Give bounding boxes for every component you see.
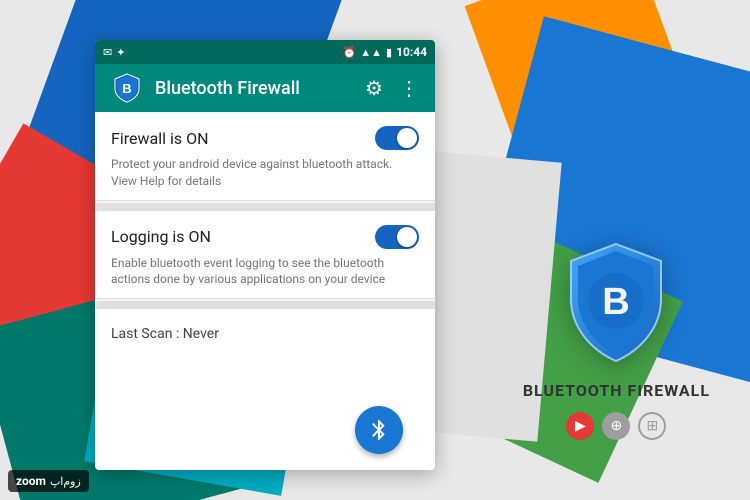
bluetooth-fab-icon xyxy=(367,418,391,442)
status-right-icons: ⏰ ▲▲ ▮ 10:44 xyxy=(343,45,427,59)
status-time: 10:44 xyxy=(396,45,427,59)
battery-icon: ▮ xyxy=(386,46,392,59)
firewall-toggle-knob xyxy=(397,128,417,148)
firewall-toggle[interactable] xyxy=(375,126,419,150)
svg-text:B: B xyxy=(603,281,630,323)
firewall-setting-row: Firewall is ON Protect your android devi… xyxy=(95,112,435,201)
divider-2 xyxy=(95,301,435,309)
big-shield-icon: B xyxy=(561,239,671,369)
right-panel: B BLUETOOTH FIREWALL ▶ ⊕ ⊞ xyxy=(523,239,710,440)
firewall-description: Protect your android device against blue… xyxy=(111,156,419,190)
logging-label: Logging is ON xyxy=(111,227,211,246)
app-logo-icon: B xyxy=(111,72,143,104)
signal-icon: ▲▲ xyxy=(360,46,382,59)
app-content: Firewall is ON Protect your android devi… xyxy=(95,112,435,356)
phone-mockup: ✉ ✦ ⏰ ▲▲ ▮ 10:44 B Bluetooth Firewall ⚙ … xyxy=(95,40,435,470)
email-icon: ✉ xyxy=(103,46,112,59)
windows-store-badge[interactable]: ⊞ xyxy=(638,412,666,440)
firewall-label: Firewall is ON xyxy=(111,129,209,148)
windows-icon: ⊞ xyxy=(647,418,659,434)
alarm-icon: ⏰ xyxy=(343,46,357,59)
zoom-brand: zoom xyxy=(16,474,46,488)
app-toolbar: B Bluetooth Firewall ⚙ ⋮ xyxy=(95,64,435,112)
status-bar: ✉ ✦ ⏰ ▲▲ ▮ 10:44 xyxy=(95,40,435,64)
settings-icon[interactable]: ⚙ xyxy=(365,76,383,100)
toolbar-icons: ⚙ ⋮ xyxy=(365,76,419,100)
app-store-badge[interactable]: ⊕ xyxy=(602,412,630,440)
last-scan-text: Last Scan : Never xyxy=(111,326,219,342)
store-badges: ▶ ⊕ ⊞ xyxy=(566,412,666,440)
more-icon[interactable]: ⋮ xyxy=(399,76,419,100)
logging-description: Enable bluetooth event logging to see th… xyxy=(111,255,419,289)
zoom-arabic: زوم‌اپ xyxy=(50,475,81,488)
app-store-icon: ⊕ xyxy=(611,418,623,434)
divider-1 xyxy=(95,203,435,211)
play-store-icon: ▶ xyxy=(575,418,586,434)
svg-text:B: B xyxy=(122,81,131,96)
last-scan-row: Last Scan : Never xyxy=(95,309,435,356)
bluetooth-status-icon: ✦ xyxy=(116,46,125,59)
fab-container xyxy=(95,406,419,454)
logging-setting-row: Logging is ON Enable bluetooth event log… xyxy=(95,211,435,300)
play-store-badge[interactable]: ▶ xyxy=(566,412,594,440)
logging-toggle-knob xyxy=(397,227,417,247)
firewall-header: Firewall is ON xyxy=(111,126,419,150)
app-title: Bluetooth Firewall xyxy=(155,78,353,99)
watermark: zoom زوم‌اپ xyxy=(8,470,89,492)
status-left-icons: ✉ ✦ xyxy=(103,46,125,59)
bluetooth-fab[interactable] xyxy=(355,406,403,454)
app-name-label: BLUETOOTH FIREWALL xyxy=(523,381,710,400)
logging-header: Logging is ON xyxy=(111,225,419,249)
logging-toggle[interactable] xyxy=(375,225,419,249)
